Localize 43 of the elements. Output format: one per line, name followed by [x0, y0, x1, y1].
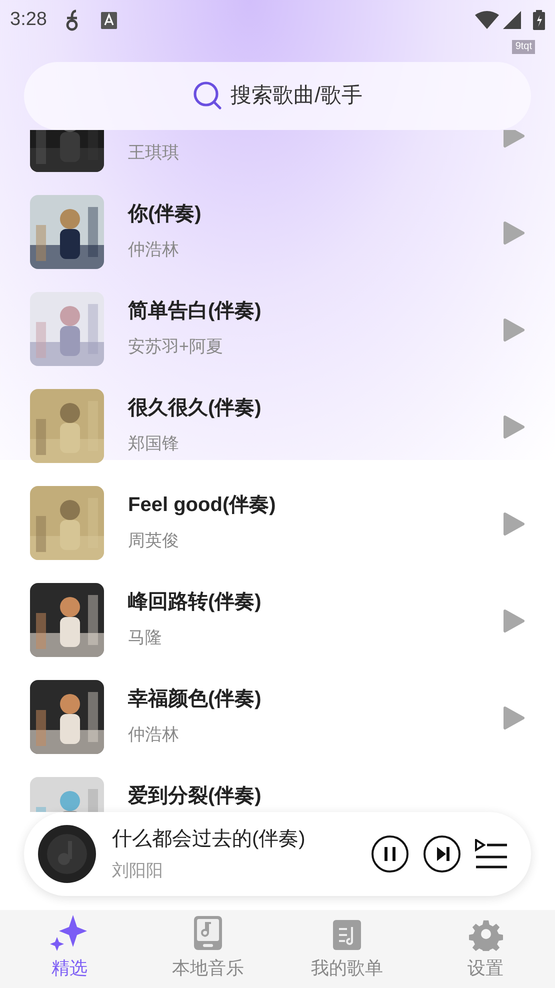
song-row[interactable]: Feel good(伴奏) 周英俊 — [0, 486, 555, 583]
song-artist: 仲浩林 — [128, 239, 180, 261]
playlist-icon — [332, 919, 362, 951]
song-artist: 周英俊 — [128, 530, 180, 552]
song-row[interactable]: 你(伴奏) 仲浩林 — [0, 195, 555, 292]
song-artist: 马隆 — [128, 627, 163, 649]
pause-icon[interactable] — [371, 835, 409, 873]
status-time: 3:28 — [10, 8, 47, 32]
song-title: 爱到分裂(伴奏) — [128, 784, 262, 809]
song-row[interactable]: 很久很久(伴奏) 郑国锋 — [0, 389, 555, 486]
song-title: 简单告白(伴奏) — [128, 299, 262, 324]
song-title: 你(伴奏) — [128, 202, 202, 227]
search-field[interactable]: 搜索歌曲/歌手 — [24, 62, 531, 130]
phone-music-icon — [193, 915, 224, 951]
song-artist: 郑国锋 — [128, 433, 180, 455]
wifi-icon — [475, 11, 499, 29]
play-icon[interactable] — [503, 609, 525, 633]
play-icon[interactable] — [503, 706, 525, 730]
song-artist: 仲浩林 — [128, 724, 180, 746]
battery-icon — [533, 10, 545, 30]
song-row[interactable]: 峰回路转(伴奏) 马隆 — [0, 583, 555, 680]
watermark-tag: 9tqt — [512, 40, 535, 54]
song-title: 幸福颜色(伴奏) — [128, 686, 262, 712]
song-artist: 安苏羽+阿夏 — [128, 336, 224, 358]
song-row[interactable]: 幸福颜色(伴奏) 仲浩林 — [0, 680, 555, 777]
play-icon[interactable] — [503, 512, 525, 536]
play-icon[interactable] — [503, 415, 525, 439]
player-artist: 刘阳阳 — [112, 860, 164, 882]
song-artist: 王琪琪 — [128, 142, 180, 164]
song-row[interactable]: 简单告白(伴奏) 安苏羽+阿夏 — [0, 292, 555, 389]
song-title: Feel good(伴奏) — [128, 493, 277, 518]
mini-player[interactable]: 什么都会过去的(伴奏) 刘阳阳 — [24, 812, 531, 896]
play-icon[interactable] — [503, 318, 525, 342]
search-icon — [192, 81, 223, 111]
next-icon[interactable] — [423, 835, 461, 873]
song-title: 很久很久(伴奏) — [128, 396, 262, 421]
player-title: 什么都会过去的(伴奏) — [112, 827, 306, 852]
signal-icon — [503, 11, 521, 29]
song-title: 峰回路转(伴奏) — [128, 590, 262, 615]
sparkle-icon — [49, 913, 90, 951]
playlist-icon[interactable] — [475, 839, 507, 869]
play-icon[interactable] — [503, 221, 525, 245]
nav-tab[interactable]: 精选 — [0, 910, 139, 988]
